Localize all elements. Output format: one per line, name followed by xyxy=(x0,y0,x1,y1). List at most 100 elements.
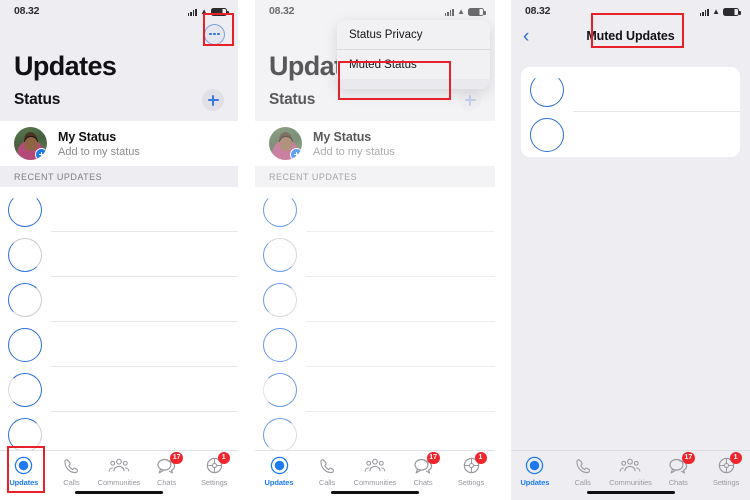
status-ring-icon xyxy=(263,327,297,362)
add-status-button[interactable] xyxy=(202,89,224,111)
add-status-badge-icon xyxy=(290,148,302,160)
wifi-icon: ▲ xyxy=(457,7,465,16)
chats-icon: 17 xyxy=(668,452,695,476)
updates-header: Updates Status xyxy=(0,17,238,121)
wifi-icon: ▲ xyxy=(712,7,720,16)
list-item[interactable] xyxy=(521,112,740,157)
list-item[interactable] xyxy=(255,277,495,322)
status-bar: 08.32 ▲ xyxy=(0,0,238,17)
status-bar-time: 08.32 xyxy=(525,5,551,17)
page-title: Muted Updates xyxy=(586,29,675,43)
page-title: Updates xyxy=(14,51,117,81)
list-item[interactable] xyxy=(255,322,495,367)
wifi-icon: ▲ xyxy=(200,7,208,16)
list-item[interactable] xyxy=(0,277,238,322)
badge-count: 1 xyxy=(729,452,742,464)
tab-settings[interactable]: 1 Settings xyxy=(448,452,494,487)
status-ring-icon xyxy=(263,417,297,452)
list-item[interactable] xyxy=(255,232,495,277)
badge-count: 1 xyxy=(474,452,487,464)
tab-label: Communities xyxy=(609,478,652,487)
tab-settings[interactable]: 1 Settings xyxy=(703,452,749,487)
updates-icon xyxy=(525,455,544,476)
tab-bar: Updates Calls Communities 17 Chats 1 Set… xyxy=(0,450,238,500)
list-item[interactable] xyxy=(255,187,495,232)
tab-label: Calls xyxy=(318,478,336,487)
tab-label: Communities xyxy=(97,478,141,487)
list-item[interactable] xyxy=(0,367,238,412)
list-item[interactable] xyxy=(0,187,238,232)
my-status-row[interactable]: My Status Add to my status xyxy=(0,121,238,166)
recent-updates-list xyxy=(255,187,495,457)
menu-item-muted-status[interactable]: Muted Status xyxy=(337,50,490,79)
add-status-button[interactable] xyxy=(459,89,481,111)
tab-chats[interactable]: 17 Chats xyxy=(655,452,701,487)
list-item[interactable] xyxy=(0,322,238,367)
status-ring-icon xyxy=(8,372,42,407)
panel-gap xyxy=(238,0,255,500)
battery-icon xyxy=(468,8,486,16)
tab-label: Chats xyxy=(157,478,177,487)
status-bar-indicators: ▲ xyxy=(444,7,486,16)
tab-label: Settings xyxy=(457,478,485,487)
status-bar-indicators: ▲ xyxy=(699,7,741,16)
my-status-subtitle: Add to my status xyxy=(58,145,140,158)
tab-calls[interactable]: Calls xyxy=(48,455,94,487)
tab-communities[interactable]: Communities xyxy=(96,455,142,487)
communities-icon xyxy=(364,455,386,476)
status-bar: 08.32 ▲ xyxy=(511,0,750,17)
muted-updates-card xyxy=(521,67,740,157)
avatar-face xyxy=(24,136,37,151)
updates-icon xyxy=(270,455,289,476)
tab-updates[interactable]: Updates xyxy=(512,455,558,487)
muted-updates-panel: 08.32 ▲ ‹ Muted Updates Updates Calls Co… xyxy=(511,0,750,500)
status-ring-icon xyxy=(530,72,564,107)
tab-chats[interactable]: 17 Chats xyxy=(144,452,190,487)
tab-calls[interactable]: Calls xyxy=(304,455,350,487)
status-bar: 08.32 ▲ xyxy=(255,0,495,17)
more-options-button[interactable] xyxy=(204,23,225,45)
avatar-face xyxy=(279,136,292,151)
chats-icon: 17 xyxy=(413,452,440,476)
settings-gear-icon: 1 xyxy=(462,452,487,476)
status-section-label: Status xyxy=(14,91,61,108)
cellular-signal-icon xyxy=(444,8,455,16)
tab-updates[interactable]: Updates xyxy=(256,455,302,487)
tab-calls[interactable]: Calls xyxy=(560,455,606,487)
status-ring-icon xyxy=(8,282,42,317)
tab-label: Settings xyxy=(712,478,740,487)
tab-chats[interactable]: 17 Chats xyxy=(400,452,446,487)
tab-label: Updates xyxy=(264,478,294,487)
list-item[interactable] xyxy=(255,367,495,412)
list-item[interactable] xyxy=(521,67,740,112)
communities-icon xyxy=(619,455,641,476)
tab-settings[interactable]: 1 Settings xyxy=(191,452,237,487)
add-status-badge-icon xyxy=(35,148,47,160)
tab-label: Updates xyxy=(520,478,550,487)
home-indicator xyxy=(586,490,675,494)
my-status-subtitle: Add to my status xyxy=(313,145,395,158)
status-ring-icon xyxy=(530,117,564,152)
settings-gear-icon: 1 xyxy=(205,452,230,476)
list-item[interactable] xyxy=(0,232,238,277)
tab-communities[interactable]: Communities xyxy=(607,455,653,487)
my-status-title: My Status xyxy=(58,129,117,144)
badge-count: 1 xyxy=(217,452,230,464)
tab-updates[interactable]: Updates xyxy=(1,455,47,487)
more-options-row xyxy=(0,17,238,51)
status-ring-icon xyxy=(263,282,297,317)
my-status-row[interactable]: My Status Add to my status xyxy=(255,121,495,166)
badge-count: 17 xyxy=(170,452,184,464)
tab-communities[interactable]: Communities xyxy=(352,455,398,487)
cellular-signal-icon xyxy=(187,8,198,16)
menu-item-status-privacy[interactable]: Status Privacy xyxy=(337,20,490,49)
updates-icon xyxy=(14,455,33,476)
my-status-text: My Status Add to my status xyxy=(313,130,395,158)
recent-updates-list xyxy=(0,187,238,457)
battery-icon xyxy=(723,8,741,16)
status-options-menu: Status Privacy Muted Status xyxy=(337,20,490,89)
menu-footer xyxy=(337,79,490,89)
status-bar-indicators: ▲ xyxy=(187,7,229,16)
status-ring-icon xyxy=(8,327,42,362)
screenshot-root: 08.32 ▲ Updates Status My Status Add to … xyxy=(0,0,750,500)
